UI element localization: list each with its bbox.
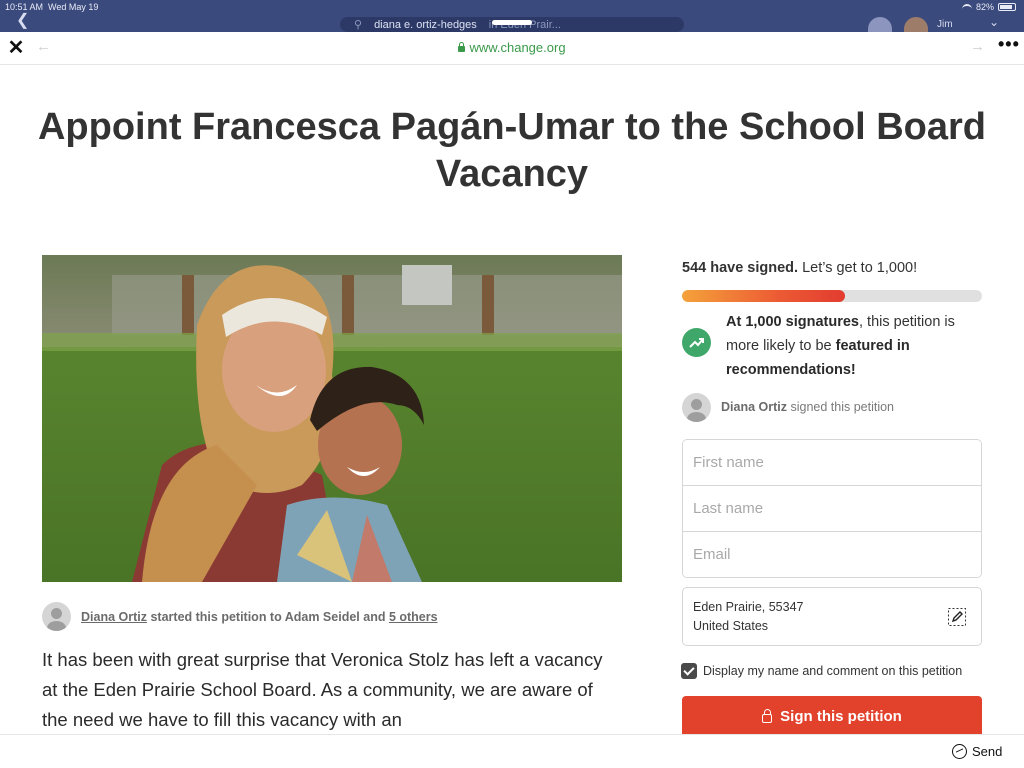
others-link[interactable]: 5 others bbox=[389, 610, 438, 624]
wifi-icon bbox=[961, 3, 972, 11]
status-time: 10:51 AM Wed May 19 bbox=[5, 2, 99, 12]
forward-arrow-icon[interactable]: → bbox=[970, 38, 985, 55]
edit-pencil-icon[interactable] bbox=[947, 607, 967, 627]
last-name-field[interactable] bbox=[683, 486, 981, 532]
petition-starter-line: Diana Ortiz started this petition to Ada… bbox=[81, 610, 438, 624]
sign-petition-button[interactable]: Sign this petition bbox=[682, 696, 982, 736]
messenger-icon[interactable] bbox=[868, 17, 892, 32]
more-options-icon[interactable]: ••• bbox=[998, 34, 1020, 55]
url-display[interactable]: www.change.org bbox=[0, 40, 1024, 55]
battery-icon bbox=[998, 3, 1016, 11]
display-name-checkbox[interactable] bbox=[681, 663, 697, 679]
page-title: Appoint Francesca Pagán-Umar to the Scho… bbox=[37, 106, 987, 195]
starter-avatar[interactable] bbox=[42, 602, 71, 631]
display-name-label: Display my name and comment on this peti… bbox=[703, 664, 963, 678]
browser-toolbar: ✕ ← www.change.org → ••• bbox=[0, 32, 1024, 65]
petition-description: It has been with great surprise that Ver… bbox=[42, 649, 603, 730]
recent-signer: Diana Ortiz signed this petition bbox=[721, 400, 895, 414]
user-name: Jim bbox=[937, 19, 953, 30]
messenger-send-icon bbox=[952, 744, 967, 759]
recipient-name: Adam Seidel bbox=[284, 610, 360, 624]
signature-count: 544 have signed. Let’s get to 1,000! bbox=[682, 260, 918, 276]
lock-icon bbox=[458, 42, 466, 52]
search-icon: ⚲ bbox=[354, 19, 363, 31]
signer-avatar bbox=[682, 393, 711, 422]
status-battery: 82% bbox=[961, 2, 1016, 12]
chevron-left-icon[interactable]: ❮ bbox=[16, 13, 29, 29]
location-city: Eden Prairie, 55347 bbox=[693, 600, 804, 614]
avatar[interactable] bbox=[904, 17, 928, 32]
status-bar: 10:51 AM Wed May 19 82% ❮ ⚲ diana e. ort… bbox=[0, 0, 1024, 32]
petition-photo bbox=[42, 255, 622, 582]
signature-progress-bar bbox=[682, 290, 982, 302]
milestone-message: At 1,000 signatures, this petition is mo… bbox=[726, 314, 955, 378]
email-field[interactable] bbox=[683, 532, 981, 577]
drag-handle[interactable] bbox=[492, 20, 532, 25]
lock-icon bbox=[762, 708, 773, 723]
share-bar: Send bbox=[0, 734, 1024, 768]
location-field[interactable]: Eden Prairie, 55347 United States bbox=[682, 587, 982, 646]
chevron-down-icon[interactable]: ⌄ bbox=[989, 15, 999, 29]
signature-progress-fill bbox=[682, 290, 846, 302]
send-button[interactable]: Send bbox=[952, 744, 1002, 759]
starter-link[interactable]: Diana Ortiz bbox=[81, 610, 147, 624]
trending-up-icon bbox=[682, 328, 711, 357]
location-country: United States bbox=[693, 619, 769, 633]
first-name-field[interactable] bbox=[683, 440, 981, 486]
sign-form bbox=[682, 439, 982, 578]
